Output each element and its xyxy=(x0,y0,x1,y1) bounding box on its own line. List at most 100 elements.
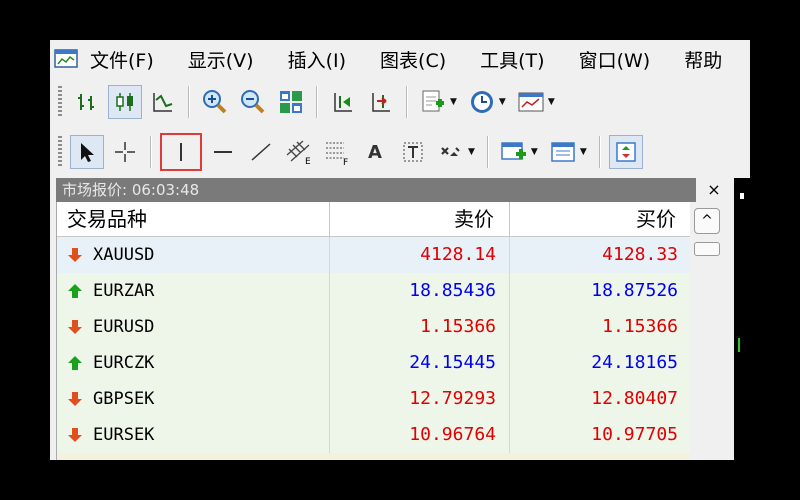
bid-value: 12.79293 xyxy=(409,388,496,409)
ask-cell: 24.18165 xyxy=(509,345,684,381)
table-row[interactable]: GBPSEK 12.79293 12.80407 xyxy=(57,381,691,418)
symbol-cell: EURUSD xyxy=(93,317,155,337)
arrow-down-icon xyxy=(68,428,82,442)
table-row[interactable]: XAUUSD 4128.14 4128.33 xyxy=(57,237,691,274)
equidistant-channel-icon[interactable]: E xyxy=(282,135,316,169)
column-header-ask-label: 买价 xyxy=(636,207,676,231)
arrow-down-icon xyxy=(68,248,82,262)
symbol-cell: EURCZK xyxy=(93,353,155,373)
toolbar-separator xyxy=(188,86,190,118)
chart-area[interactable] xyxy=(734,178,750,460)
clock-period-icon[interactable] xyxy=(465,85,499,119)
line-chart-icon[interactable] xyxy=(146,85,180,119)
menu-window[interactable]: 窗口(W) xyxy=(579,46,651,73)
zoom-out-icon[interactable] xyxy=(236,85,270,119)
table-row[interactable] xyxy=(57,453,691,460)
column-header-ask[interactable]: 买价 xyxy=(509,202,684,236)
arrow-down-icon xyxy=(68,392,82,406)
new-order-icon[interactable] xyxy=(497,135,531,169)
toolbar-separator xyxy=(598,136,601,168)
vertical-line-icon[interactable] xyxy=(160,133,202,171)
menu-help[interactable]: 帮助 xyxy=(684,46,722,73)
close-icon[interactable]: × xyxy=(704,178,724,202)
bid-cell: 24.15445 xyxy=(329,345,502,381)
ask-cell: 12.80407 xyxy=(509,381,684,417)
trendline-icon[interactable] xyxy=(244,135,278,169)
column-header-bid[interactable]: 卖价 xyxy=(329,202,502,236)
chevron-down-icon[interactable]: ▼ xyxy=(450,97,457,107)
text-icon[interactable]: A xyxy=(358,135,392,169)
cursor-icon[interactable] xyxy=(70,135,104,169)
bid-value: 10.96764 xyxy=(409,424,496,445)
app-logo-icon xyxy=(54,48,80,70)
toolbar-separator xyxy=(406,86,408,118)
bar-chart-icon[interactable] xyxy=(70,85,104,119)
bid-value: 24.15445 xyxy=(409,352,496,373)
chevron-down-icon[interactable]: ▼ xyxy=(531,147,538,157)
candlestick-chart-icon[interactable] xyxy=(108,85,142,119)
menu-insert[interactable]: 插入(I) xyxy=(288,46,346,73)
auto-scroll-icon[interactable] xyxy=(364,85,398,119)
indicator-window-icon[interactable] xyxy=(546,135,580,169)
expert-icon[interactable] xyxy=(608,135,643,169)
column-header-symbol[interactable]: 交易品种 xyxy=(67,202,147,236)
horizontal-line-icon[interactable] xyxy=(206,135,240,169)
crosshair-icon[interactable] xyxy=(108,135,142,169)
menu-tools[interactable]: 工具(T) xyxy=(480,46,544,73)
menu-file[interactable]: 文件(F) xyxy=(90,46,154,73)
table-row[interactable]: EURCZK 24.15445 24.18165 xyxy=(57,345,691,382)
table-row[interactable]: EURZAR 18.85436 18.87526 xyxy=(57,273,691,310)
svg-text:F: F xyxy=(343,158,348,165)
menu-charts[interactable]: 图表(C) xyxy=(380,46,446,73)
ask-cell: 4128.33 xyxy=(509,237,684,273)
toolbar-separator xyxy=(150,136,152,168)
chevron-down-icon[interactable]: ▼ xyxy=(468,147,475,157)
menu-bar: 文件(F) 显示(V) 插入(I) 图表(C) 工具(T) 窗口(W) 帮助 xyxy=(50,40,750,78)
chart-candle xyxy=(738,338,740,352)
ask-value: 12.80407 xyxy=(591,388,678,409)
chevron-down-icon[interactable]: ▼ xyxy=(548,97,555,107)
table-row[interactable]: EURUSD 1.15366 1.15366 xyxy=(57,309,691,346)
scroll-thumb[interactable] xyxy=(694,242,720,256)
toolbar-grip[interactable] xyxy=(58,136,62,168)
new-chart-icon[interactable] xyxy=(416,85,450,119)
text-label-icon[interactable] xyxy=(396,135,430,169)
line-studies-toolbar: E F A ▼ ▼ ▼ xyxy=(50,130,750,174)
tile-windows-icon[interactable] xyxy=(274,85,308,119)
fibonacci-icon[interactable]: F xyxy=(320,135,354,169)
arrow-up-icon xyxy=(68,284,82,298)
symbol-cell: EURZAR xyxy=(93,281,155,301)
bid-cell: 12.79293 xyxy=(329,381,502,417)
scroll-up-button[interactable]: ^ xyxy=(694,208,720,234)
symbol-cell: GBPSEK xyxy=(93,389,155,409)
ask-value: 24.18165 xyxy=(591,352,678,373)
bid-value: 4128.14 xyxy=(420,244,496,265)
ask-value: 1.15366 xyxy=(602,316,678,337)
arrow-down-icon xyxy=(68,320,82,334)
chevron-down-icon[interactable]: ▼ xyxy=(580,147,587,157)
bid-value: 1.15366 xyxy=(420,316,496,337)
ask-value: 4128.33 xyxy=(602,244,678,265)
symbol-cell: XAUUSD xyxy=(93,245,155,265)
scrollbar[interactable]: ^ xyxy=(690,202,722,460)
ask-cell: 1.15366 xyxy=(509,309,684,345)
toolbar-grip[interactable] xyxy=(58,86,62,118)
menu-view[interactable]: 显示(V) xyxy=(188,46,254,73)
ask-value: 18.87526 xyxy=(591,280,678,301)
chart-shift-icon[interactable] xyxy=(326,85,360,119)
svg-text:E: E xyxy=(305,157,311,165)
toolbar-separator xyxy=(486,136,489,168)
bid-cell: 1.15366 xyxy=(329,309,502,345)
bid-cell: 18.85436 xyxy=(329,273,502,309)
bid-value: 18.85436 xyxy=(409,280,496,301)
chevron-down-icon[interactable]: ▼ xyxy=(499,97,506,107)
table-row[interactable]: EURSEK 10.96764 10.97705 xyxy=(57,417,691,454)
symbol-cell: EURSEK xyxy=(93,425,155,445)
table-header: 交易品种 卖价 买价 xyxy=(57,202,691,237)
ask-cell: 18.87526 xyxy=(509,273,684,309)
zoom-in-icon[interactable] xyxy=(198,85,232,119)
templates-icon[interactable] xyxy=(514,85,548,119)
arrows-icon[interactable] xyxy=(434,135,468,169)
market-watch-title[interactable]: 市场报价: 06:03:48 xyxy=(56,178,696,202)
standard-toolbar: ▼ ▼ ▼ xyxy=(50,80,750,124)
